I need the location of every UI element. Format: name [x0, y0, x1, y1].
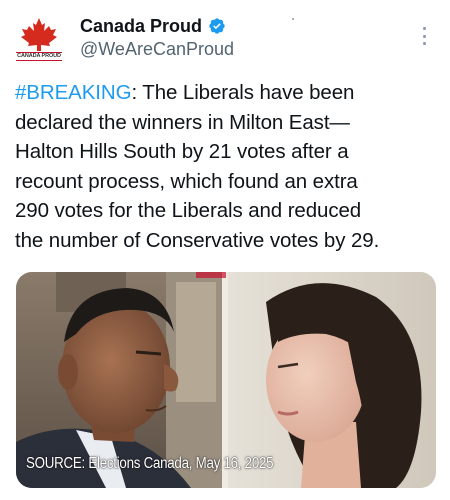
decorative-dot: [292, 18, 294, 20]
image-caption: SOURCE: Elections Canada, May 16, 2025: [26, 455, 274, 472]
tweet-line-text: : The Liberals have been: [131, 81, 355, 104]
tweet-line: recount process, which found an extra: [15, 169, 358, 193]
maple-leaf-icon: [21, 18, 57, 51]
display-name[interactable]: Canada Proud: [80, 16, 202, 36]
tweet-line: 290 votes for the Liberals and reduced: [15, 199, 362, 222]
more-options-button[interactable]: [418, 24, 430, 48]
more-options-icon-dot: [422, 42, 426, 45]
avatar[interactable]: CANADA PROUD: [14, 14, 64, 64]
more-options-icon-dot: [422, 34, 426, 38]
hashtag-link[interactable]: #BREAKING: [15, 81, 132, 104]
more-options-icon: [422, 27, 426, 30]
tweet-text: #BREAKING: The Liberals have been declar…: [15, 78, 435, 255]
avatar-label: CANADA PROUD: [16, 52, 62, 61]
tweet-header: CANADA PROUD Canada Proud @WeAreCanProud: [0, 0, 450, 70]
tweet-image[interactable]: SOURCE: Elections Canada, May 16, 2025: [16, 272, 436, 488]
tweet-line: declared the winners in Milton East—: [15, 110, 350, 134]
verified-badge-icon: [209, 18, 225, 34]
tweet-line: Halton Hills South by 21 votes after a: [15, 140, 349, 163]
name-row: Canada Proud: [80, 16, 226, 36]
tweet-line: #BREAKING: The Liberals have been: [15, 78, 435, 108]
account-handle[interactable]: @WeAreCanProud: [80, 38, 234, 60]
tweet-line: the number of Conservative votes by 29.: [15, 228, 380, 252]
